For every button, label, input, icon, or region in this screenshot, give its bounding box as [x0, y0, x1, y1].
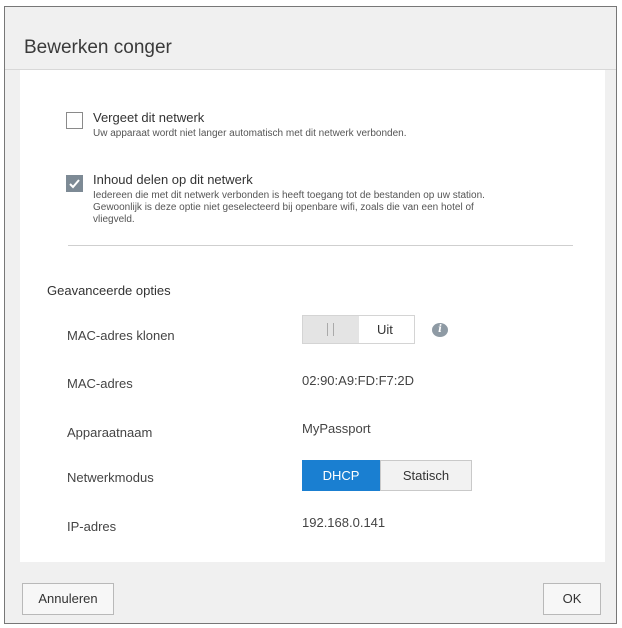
share-content-label: Inhoud delen op dit netwerk — [93, 172, 253, 187]
device-name-label: Apparaatnaam — [67, 425, 153, 440]
ip-address-label: IP-adres — [67, 519, 117, 534]
checkmark-icon — [69, 179, 80, 189]
mac-address-value: 02:90:A9:FD:F7:2D — [302, 373, 414, 388]
mac-clone-label: MAC-adres klonen — [67, 328, 175, 343]
network-mode-label: Netwerkmodus — [67, 470, 154, 485]
advanced-options-heading: Geavanceerde opties — [47, 283, 171, 298]
ip-address-value: 192.168.0.141 — [302, 515, 386, 530]
forget-network-checkbox[interactable] — [66, 112, 83, 129]
share-content-description: Iedereen die met dit netwerk verbonden i… — [93, 190, 485, 226]
toggle-state-text: Uit — [377, 322, 393, 337]
share-description-line: Gewoonlijk is deze optie niet geselectee… — [93, 202, 474, 213]
cancel-button[interactable]: Annuleren — [22, 583, 114, 615]
network-mode-static-button[interactable]: Statisch — [380, 460, 472, 491]
edit-network-dialog: Bewerken conger Vergeet dit netwerk Uw a… — [4, 6, 617, 624]
dialog-content-panel: Vergeet dit netwerk Uw apparaat wordt ni… — [20, 70, 605, 562]
network-mode-dhcp-button[interactable]: DHCP — [302, 460, 380, 491]
section-divider — [68, 245, 573, 246]
share-description-line: Iedereen die met dit netwerk verbonden i… — [93, 190, 485, 201]
toggle-grip-icon — [327, 323, 334, 336]
ok-button[interactable]: OK — [543, 583, 601, 615]
info-icon[interactable]: i — [432, 323, 448, 337]
dialog-title: Bewerken conger — [24, 37, 172, 58]
forget-network-description: Uw apparaat wordt niet langer automatisc… — [93, 128, 407, 139]
share-description-line: vliegveld. — [93, 214, 135, 225]
mac-address-label: MAC-adres — [67, 376, 133, 391]
mac-clone-toggle[interactable]: Uit — [302, 315, 415, 344]
forget-network-label: Vergeet dit netwerk — [93, 110, 205, 125]
device-name-value: MyPassport — [302, 421, 371, 436]
share-content-checkbox[interactable] — [66, 175, 83, 192]
toggle-knob — [303, 316, 359, 343]
